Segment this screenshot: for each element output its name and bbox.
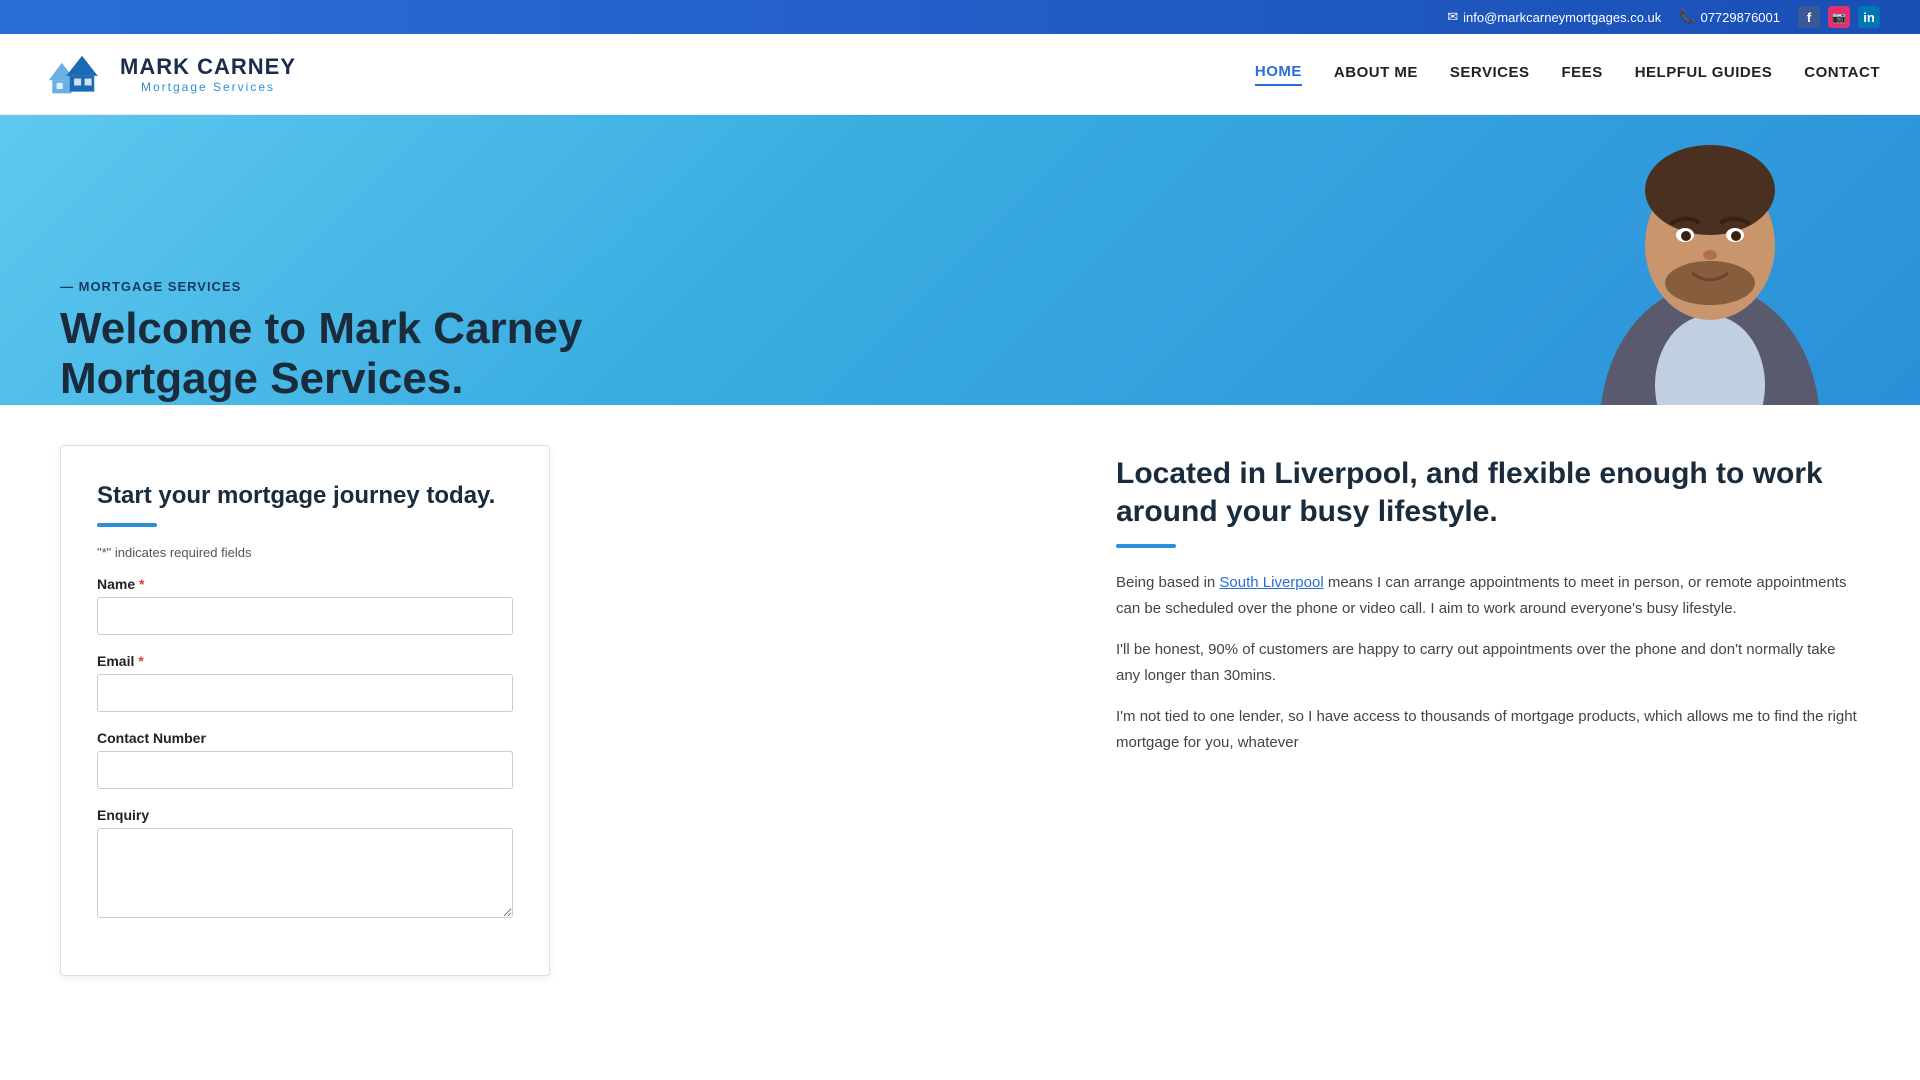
south-liverpool-link[interactable]: South Liverpool bbox=[1219, 574, 1323, 591]
form-divider bbox=[97, 523, 157, 527]
hero-subtitle: — MORTGAGE SERVICES bbox=[60, 279, 1860, 294]
main-nav: HOME ABOUT ME SERVICES FEES HELPFUL GUID… bbox=[1255, 63, 1880, 86]
name-input[interactable] bbox=[97, 597, 513, 635]
nav-fees[interactable]: FEES bbox=[1562, 64, 1603, 85]
info-divider bbox=[1116, 544, 1176, 548]
email-group: Email * bbox=[97, 653, 513, 712]
required-note: "*" indicates required fields bbox=[97, 545, 513, 560]
name-group: Name * bbox=[97, 576, 513, 635]
email-icon: ✉ bbox=[1447, 9, 1458, 25]
logo[interactable]: MARK CARNEY Mortgage Services bbox=[40, 44, 296, 104]
hero-title-line2: Mortgage Services. bbox=[60, 354, 464, 403]
email-required-star: * bbox=[138, 653, 143, 669]
name-label: Name * bbox=[97, 576, 513, 592]
facebook-icon[interactable]: f bbox=[1798, 6, 1820, 28]
nav-about[interactable]: ABOUT ME bbox=[1334, 64, 1418, 85]
linkedin-icon[interactable]: in bbox=[1858, 6, 1880, 28]
logo-icon bbox=[40, 44, 110, 104]
phone-contact[interactable]: 📞 07729876001 bbox=[1679, 9, 1780, 25]
email-input[interactable] bbox=[97, 674, 513, 712]
contact-number-group: Contact Number bbox=[97, 730, 513, 789]
info-para2: I'll be honest, 90% of customers are hap… bbox=[1116, 637, 1860, 688]
form-section: Start your mortgage journey today. "*" i… bbox=[0, 405, 1056, 1016]
contact-number-label: Contact Number bbox=[97, 730, 513, 746]
email-link[interactable]: info@markcarneymortgages.co.uk bbox=[1463, 10, 1661, 25]
info-title: Located in Liverpool, and flexible enoug… bbox=[1116, 455, 1860, 530]
instagram-icon[interactable]: 📷 bbox=[1828, 6, 1850, 28]
nav-guides[interactable]: HELPFUL GUIDES bbox=[1635, 64, 1773, 85]
nav-contact[interactable]: CONTACT bbox=[1804, 64, 1880, 85]
phone-number: 07729876001 bbox=[1700, 10, 1780, 25]
top-bar: ✉ info@markcarneymortgages.co.uk 📞 07729… bbox=[0, 0, 1920, 34]
info-section: Located in Liverpool, and flexible enoug… bbox=[1056, 405, 1920, 1016]
main-content: Start your mortgage journey today. "*" i… bbox=[0, 405, 1920, 1016]
hero-title-line1: Welcome to Mark Carney bbox=[60, 304, 582, 353]
phone-icon: 📞 bbox=[1679, 9, 1695, 25]
site-header: MARK CARNEY Mortgage Services HOME ABOUT… bbox=[0, 34, 1920, 115]
name-required-star: * bbox=[139, 576, 144, 592]
enquiry-label: Enquiry bbox=[97, 807, 513, 823]
nav-services[interactable]: SERVICES bbox=[1450, 64, 1530, 85]
contact-number-input[interactable] bbox=[97, 751, 513, 789]
enquiry-group: Enquiry bbox=[97, 807, 513, 923]
logo-text: MARK CARNEY Mortgage Services bbox=[120, 54, 296, 94]
nav-home[interactable]: HOME bbox=[1255, 63, 1302, 86]
social-links: f 📷 in bbox=[1798, 6, 1880, 28]
info-para1: Being based in South Liverpool means I c… bbox=[1116, 570, 1860, 621]
logo-subtitle: Mortgage Services bbox=[120, 80, 296, 94]
email-label: Email * bbox=[97, 653, 513, 669]
form-card-title: Start your mortgage journey today. bbox=[97, 480, 513, 511]
form-card: Start your mortgage journey today. "*" i… bbox=[60, 445, 550, 976]
hero-content: — MORTGAGE SERVICES Welcome to Mark Carn… bbox=[0, 229, 1920, 405]
logo-title: MARK CARNEY bbox=[120, 54, 296, 80]
email-contact[interactable]: ✉ info@markcarneymortgages.co.uk bbox=[1447, 9, 1661, 25]
info-para3: I'm not tied to one lender, so I have ac… bbox=[1116, 704, 1860, 755]
hero-title: Welcome to Mark Carney Mortgage Services… bbox=[60, 304, 1860, 405]
hero-section: — MORTGAGE SERVICES Welcome to Mark Carn… bbox=[0, 115, 1920, 405]
enquiry-textarea[interactable] bbox=[97, 828, 513, 918]
